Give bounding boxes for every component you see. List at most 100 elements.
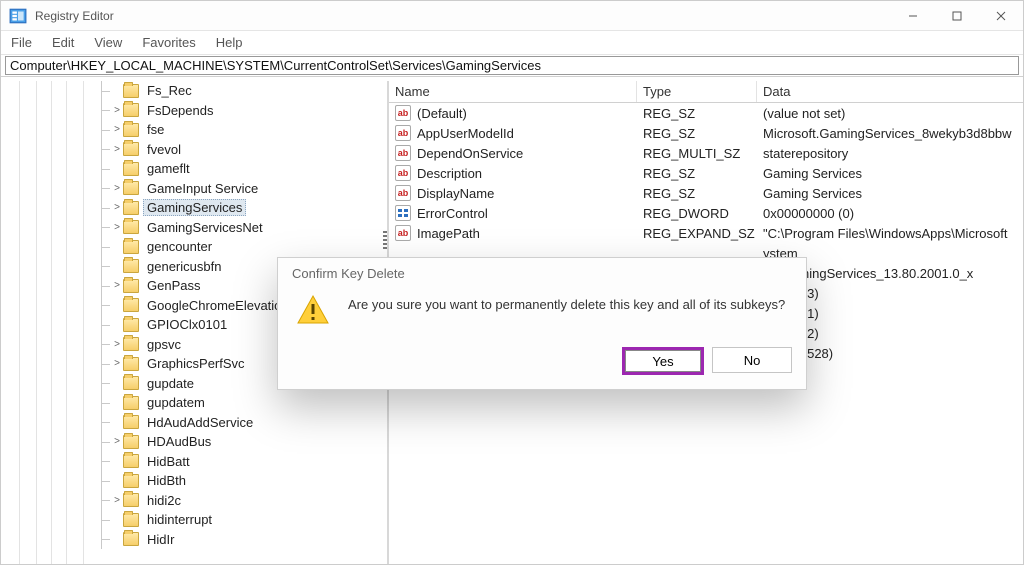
tree-item-label: Fs_Rec [143,83,196,98]
titlebar: Registry Editor [1,1,1023,31]
tree-item-label: GraphicsPerfSvc [143,356,249,371]
chevron-right-icon[interactable]: > [111,339,123,350]
tree-item-label: HidIr [143,532,178,547]
chevron-right-icon[interactable]: > [111,105,123,116]
menu-file[interactable]: File [1,31,42,55]
tree-item-label: GamingServices [143,199,246,216]
col-name[interactable]: Name [389,81,637,102]
tree-item[interactable]: > fvevol [101,140,387,160]
tree-item-label: hidinterrupt [143,512,216,527]
warning-icon [296,293,330,327]
value-type: REG_DWORD [637,206,757,221]
regedit-icon [9,7,27,25]
tree-item[interactable]: > GamingServices [101,198,387,218]
tree-item-label: GoogleChromeElevation [143,298,293,313]
folder-icon [123,318,139,332]
tree-item[interactable]: >FsDepends [101,101,387,121]
folder-icon [123,162,139,176]
chevron-right-icon[interactable]: > [111,124,123,135]
value-data: Gaming Services [757,166,1023,181]
tree-item-label: gameflt [143,161,194,176]
tree-item[interactable]: HidIr [101,530,387,550]
tree-item-label: HdAudAddService [143,415,257,430]
value-row[interactable]: abDescriptionREG_SZGaming Services [389,163,1023,183]
tree-item[interactable]: HidBth [101,471,387,491]
value-name: DependOnService [411,146,637,161]
chevron-right-icon[interactable]: > [111,280,123,291]
value-row[interactable]: abDependOnServiceREG_MULTI_SZstatereposi… [389,143,1023,163]
tree-item-label: gpsvc [143,337,185,352]
addressbar [1,55,1023,77]
menubar: File Edit View Favorites Help [1,31,1023,55]
tree-item[interactable]: >GamingServicesNet [101,218,387,238]
folder-icon [123,201,139,215]
folder-icon [123,220,139,234]
value-data: "C:\Program Files\WindowsApps\Microsoft [757,226,1023,241]
no-button[interactable]: No [712,347,792,373]
folder-icon [123,435,139,449]
tree-item[interactable]: gupdatem [101,393,387,413]
folder-icon [123,474,139,488]
tree-item[interactable]: Fs_Rec [101,81,387,101]
tree-item[interactable]: > hidi2c [101,491,387,511]
window-title: Registry Editor [35,9,891,23]
tree-item[interactable]: > fse [101,120,387,140]
value-name: DisplayName [411,186,637,201]
value-row[interactable]: abImagePathREG_EXPAND_SZ"C:\Program File… [389,223,1023,243]
menu-help[interactable]: Help [206,31,253,55]
tree-item-label: HidBatt [143,454,194,469]
folder-icon [123,142,139,156]
menu-favorites[interactable]: Favorites [132,31,205,55]
close-button[interactable] [979,1,1023,31]
value-row[interactable]: abDisplayNameREG_SZGaming Services [389,183,1023,203]
value-name: (Default) [411,106,637,121]
chevron-right-icon[interactable]: > [111,202,123,213]
chevron-right-icon[interactable]: > [111,436,123,447]
tree-item[interactable]: > HDAudBus [101,432,387,452]
value-row[interactable]: abAppUserModelIdREG_SZMicrosoft.GamingSe… [389,123,1023,143]
menu-view[interactable]: View [84,31,132,55]
value-data: Gaming Services [757,186,1023,201]
tree-item[interactable]: HdAudAddService [101,413,387,433]
value-row[interactable]: ab(Default)REG_SZ(value not set) [389,103,1023,123]
address-input[interactable] [5,56,1019,75]
tree-item[interactable]: HidBatt [101,452,387,472]
value-type: REG_SZ [637,186,757,201]
minimize-button[interactable] [891,1,935,31]
tree-item-label: hidi2c [143,493,185,508]
chevron-right-icon[interactable]: > [111,358,123,369]
chevron-right-icon[interactable]: > [111,144,123,155]
folder-icon [123,532,139,546]
menu-edit[interactable]: Edit [42,31,84,55]
string-value-icon: ab [395,125,411,141]
chevron-right-icon[interactable]: > [111,183,123,194]
chevron-right-icon[interactable]: > [111,222,123,233]
tree-item-label: gencounter [143,239,216,254]
confirm-dialog: Confirm Key Delete Are you sure you want… [277,257,807,390]
tree-item-label: GenPass [143,278,204,293]
tree-item-label: GameInput Service [143,181,262,196]
string-value-icon: ab [395,145,411,161]
tree-item[interactable]: gencounter [101,237,387,257]
value-row[interactable]: ErrorControlREG_DWORD0x00000000 (0) [389,203,1023,223]
value-type: REG_SZ [637,166,757,181]
tree-item-label: HDAudBus [143,434,215,449]
chevron-right-icon[interactable]: > [111,495,123,506]
yes-button[interactable]: Yes [625,350,701,372]
tree-item-label: fvevol [143,142,185,157]
maximize-button[interactable] [935,1,979,31]
yes-highlight: Yes [622,347,704,375]
col-data[interactable]: Data [757,81,1023,102]
tree-item[interactable]: > GameInput Service [101,179,387,199]
tree-item[interactable]: hidinterrupt [101,510,387,530]
col-type[interactable]: Type [637,81,757,102]
string-value-icon: ab [395,225,411,241]
tree-item[interactable]: gameflt [101,159,387,179]
folder-icon [123,337,139,351]
list-header: Name Type Data [389,81,1023,103]
tree-item-label: fse [143,122,168,137]
splitter-handle[interactable] [383,231,387,251]
folder-icon [123,396,139,410]
folder-icon [123,103,139,117]
tree-item-label: gupdate [143,376,198,391]
